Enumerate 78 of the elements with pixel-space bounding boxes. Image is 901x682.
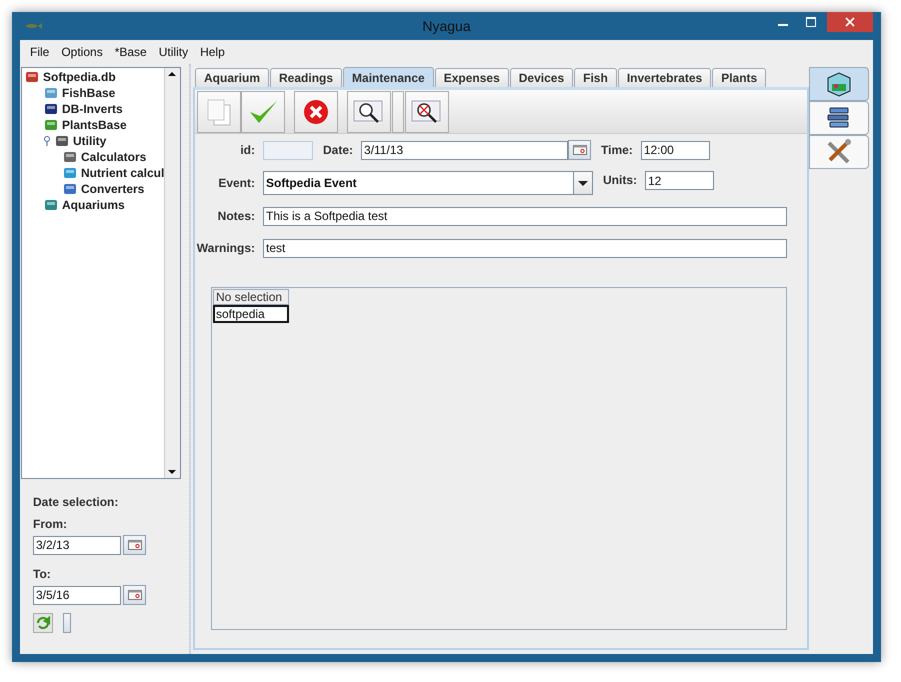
- section-title: Date selection:: [33, 494, 120, 511]
- tree-item[interactable]: FishBase: [62, 86, 116, 100]
- tab[interactable]: Devices: [510, 68, 574, 87]
- date-field[interactable]: 3/2/13: [33, 536, 121, 554]
- tab[interactable]: Expenses: [434, 68, 509, 87]
- field-label: Notes:: [216, 209, 255, 223]
- field-label: Event:: [217, 176, 255, 190]
- side-tab[interactable]: [809, 101, 869, 135]
- calendar-icon: [128, 540, 142, 550]
- tree-item[interactable]: Converters: [81, 182, 144, 196]
- tab[interactable]: Fish: [574, 68, 617, 87]
- search-button[interactable]: [347, 90, 391, 132]
- table-cell[interactable]: softpedia: [213, 305, 289, 323]
- menu-item[interactable]: Utility: [152, 45, 194, 59]
- column-header[interactable]: No selection: [213, 289, 289, 305]
- expand-handle[interactable]: [43, 136, 51, 146]
- tab[interactable]: Invertebrates: [618, 68, 712, 87]
- close-icon: [845, 17, 855, 27]
- tree-item-icon: [43, 85, 59, 101]
- tree-item-icon: [54, 133, 70, 149]
- date-field[interactable]: 3/5/16: [33, 586, 121, 604]
- fish-icon: [24, 22, 42, 30]
- minimize-icon: [778, 24, 788, 26]
- maximize-icon: [806, 17, 816, 27]
- save-button[interactable]: [241, 90, 285, 132]
- calendar-icon: [128, 590, 142, 600]
- tree-item[interactable]: PlantsBase: [62, 118, 127, 132]
- menu-item[interactable]: *Base: [108, 45, 153, 59]
- search-icon: [353, 98, 385, 126]
- tree-item[interactable]: Aquariums: [62, 198, 125, 212]
- refresh-icon: [35, 615, 51, 631]
- tab[interactable]: Readings: [270, 68, 342, 87]
- menu-item[interactable]: Help: [194, 45, 231, 59]
- tree-item-icon: [43, 197, 59, 213]
- field-label: From:: [33, 516, 68, 533]
- field-label: id:: [239, 143, 255, 157]
- field-label: Time:: [601, 143, 633, 157]
- window-title: Nyagua: [422, 18, 471, 34]
- date-field[interactable]: 3/11/13: [361, 140, 568, 160]
- field-label: Warnings:: [196, 241, 255, 255]
- menu-item[interactable]: Options: [55, 45, 109, 59]
- units-field[interactable]: 12: [645, 171, 714, 190]
- scrollbar[interactable]: [164, 68, 180, 478]
- close-button[interactable]: [827, 12, 873, 32]
- menu-item[interactable]: File: [24, 45, 56, 59]
- tree-item[interactable]: Softpedia.db: [43, 70, 116, 84]
- tree-item[interactable]: DB-Inverts: [62, 102, 123, 116]
- cancel-button[interactable]: [294, 90, 338, 132]
- event-dropdown[interactable]: Softpedia Event: [263, 171, 593, 195]
- calendar-button[interactable]: [568, 140, 592, 160]
- field-label: Units:: [603, 173, 637, 187]
- clear-search-button[interactable]: [405, 90, 449, 132]
- refresh-button[interactable]: [33, 613, 53, 633]
- caret-icon: [573, 172, 592, 194]
- tab[interactable]: Plants: [712, 68, 766, 87]
- field-label: To:: [33, 566, 52, 583]
- tree-item[interactable]: Utility: [73, 134, 106, 148]
- side-tab[interactable]: [809, 67, 869, 101]
- tree-item-icon: [62, 181, 78, 197]
- calendar-button[interactable]: [123, 585, 146, 605]
- tree-item-icon: [62, 149, 78, 165]
- cancel-icon: [302, 98, 330, 126]
- tab[interactable]: Maintenance: [343, 67, 434, 87]
- time-field[interactable]: 12:00: [640, 140, 710, 160]
- notes-field[interactable]: This is a Softpedia test: [263, 206, 787, 226]
- id-field[interactable]: [263, 140, 313, 160]
- field-label: Date:: [323, 143, 354, 157]
- tree-item-icon: [62, 165, 78, 181]
- warnings-field[interactable]: test: [263, 238, 787, 258]
- tab[interactable]: Aquarium: [195, 68, 270, 87]
- tree-item-icon: [43, 117, 59, 133]
- search-cross-icon: [411, 98, 443, 126]
- calendar-button[interactable]: [123, 535, 146, 555]
- tree-item-icon: [43, 101, 59, 117]
- slim-button[interactable]: [63, 613, 71, 633]
- tree-item[interactable]: Calculators: [81, 150, 146, 164]
- tree-item[interactable]: Nutrient calcul: [81, 166, 164, 180]
- calendar-icon: [572, 145, 587, 155]
